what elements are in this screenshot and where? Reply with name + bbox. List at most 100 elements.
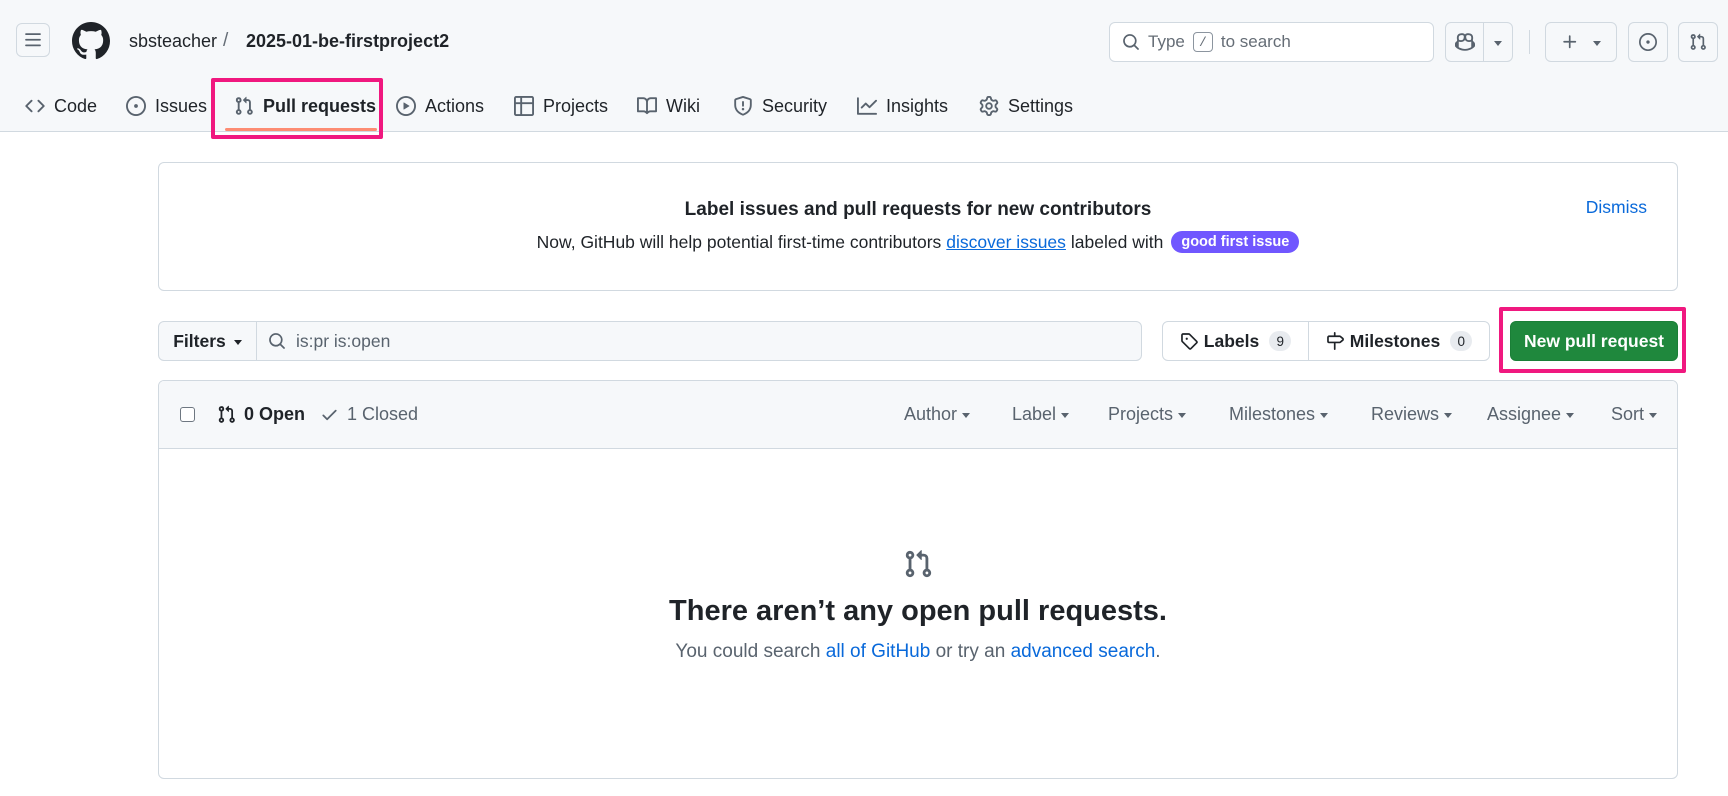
projects-filter[interactable]: Projects xyxy=(1108,404,1187,425)
search-placeholder-suffix: to search xyxy=(1220,32,1291,51)
tab-label: Pull requests xyxy=(263,95,377,116)
milestones-button[interactable]: Milestones 0 xyxy=(1309,322,1489,360)
advanced-search-link[interactable]: advanced search xyxy=(1011,641,1156,662)
tab-issues[interactable]: Issues xyxy=(126,82,207,130)
search-icon xyxy=(1123,34,1139,50)
filter-label: Projects xyxy=(1108,404,1174,424)
filter-label: Author xyxy=(904,404,958,424)
code-icon xyxy=(25,99,45,113)
your-issues-button[interactable] xyxy=(1628,22,1668,62)
tab-label: Code xyxy=(54,95,98,116)
milestones-count: 0 xyxy=(1450,331,1473,351)
tab-label: Settings xyxy=(1008,95,1074,116)
menu-button[interactable] xyxy=(16,23,50,57)
global-search-input[interactable]: Type / to search xyxy=(1109,22,1434,62)
breadcrumb-owner[interactable]: sbsteacher xyxy=(129,31,217,52)
pr-search-input[interactable]: is:pr is:open xyxy=(256,321,1142,361)
header-divider xyxy=(1529,30,1530,54)
chevron-down-icon xyxy=(1593,40,1601,46)
tab-actions[interactable]: Actions xyxy=(396,82,484,130)
chevron-down-icon xyxy=(1444,413,1453,418)
banner-text: labeled with xyxy=(1070,231,1164,252)
tab-security[interactable]: Security xyxy=(733,82,827,130)
chevron-down-icon xyxy=(1566,413,1575,418)
assignee-filter[interactable]: Assignee xyxy=(1487,404,1575,425)
table-icon xyxy=(514,96,534,116)
tab-insights[interactable]: Insights xyxy=(857,82,948,130)
discover-issues-link[interactable]: discover issues xyxy=(946,232,1066,253)
empty-state-description: You could search all of GitHub or try an… xyxy=(159,641,1677,663)
git-pull-request-icon xyxy=(218,405,235,423)
banner-text: Now, GitHub will help potential first-ti… xyxy=(536,231,942,252)
app-header: sbsteacher / 2025-01-be-firstproject2 Ty… xyxy=(0,0,1728,132)
filter-label: Assignee xyxy=(1487,404,1562,424)
chevron-down-icon xyxy=(233,339,242,345)
milestone-icon xyxy=(1326,332,1344,350)
create-new-button[interactable] xyxy=(1545,22,1617,62)
tab-label: Issues xyxy=(155,95,208,116)
good-first-issue-badge: good first issue xyxy=(1171,231,1300,253)
chevron-down-icon xyxy=(962,413,971,418)
labels-button[interactable]: Labels 9 xyxy=(1163,322,1309,360)
labels-label: Labels xyxy=(1203,330,1260,351)
open-filter-link[interactable]: 0 Open xyxy=(217,404,305,425)
tab-projects[interactable]: Projects xyxy=(514,82,608,130)
label-filter[interactable]: Label xyxy=(1012,404,1070,425)
search-placeholder-prefix: Type xyxy=(1148,32,1185,51)
tab-settings[interactable]: Settings xyxy=(979,82,1073,130)
milestones-label: Milestones xyxy=(1349,330,1441,351)
select-all-checkbox[interactable] xyxy=(180,407,195,422)
tab-wiki[interactable]: Wiki xyxy=(637,82,700,130)
pull-request-list: 0 Open 1 Closed Author Label Projects Mi… xyxy=(158,380,1678,779)
tab-code[interactable]: Code xyxy=(25,82,97,130)
copilot-icon xyxy=(1454,33,1475,51)
chevron-down-icon xyxy=(1320,413,1329,418)
git-pull-request-icon xyxy=(235,96,253,115)
filters-button[interactable]: Filters xyxy=(158,321,257,361)
new-pull-request-button[interactable]: New pull request xyxy=(1510,321,1678,361)
copilot-dropdown-button[interactable] xyxy=(1483,22,1513,62)
book-icon xyxy=(637,97,657,115)
search-shortcut-key: / xyxy=(1192,32,1213,52)
breadcrumb-repo[interactable]: 2025-01-be-firstproject2 xyxy=(246,31,449,52)
all-of-github-link[interactable]: all of GitHub xyxy=(826,641,931,662)
tab-label: Projects xyxy=(543,95,609,116)
copilot-button[interactable] xyxy=(1445,22,1484,62)
contributors-banner: Label issues and pull requests for new c… xyxy=(158,162,1678,291)
plus-icon xyxy=(1563,35,1577,49)
banner-title: Label issues and pull requests for new c… xyxy=(684,199,1152,220)
git-pull-request-icon xyxy=(1690,33,1706,50)
tab-pull-requests[interactable]: Pull requests xyxy=(234,82,376,130)
github-logo-icon[interactable] xyxy=(72,22,110,60)
chevron-down-icon xyxy=(1061,413,1070,418)
chevron-down-icon xyxy=(1178,413,1187,418)
author-filter[interactable]: Author xyxy=(904,404,971,425)
milestones-filter[interactable]: Milestones xyxy=(1229,404,1329,425)
search-icon xyxy=(269,333,285,349)
git-pull-request-icon xyxy=(905,550,932,578)
open-count-label: 0 Open xyxy=(244,404,306,424)
banner-description: Now, GitHub will help potential first-ti… xyxy=(159,231,1677,253)
play-icon xyxy=(396,96,416,116)
tab-label: Wiki xyxy=(666,95,700,116)
empty-state-title: There aren’t any open pull requests. xyxy=(669,595,1167,627)
sort-filter[interactable]: Sort xyxy=(1611,404,1658,425)
closed-filter-link[interactable]: 1 Closed xyxy=(320,404,418,425)
chevron-down-icon xyxy=(1494,40,1502,46)
empty-state-text: . xyxy=(1155,641,1161,662)
reviews-filter[interactable]: Reviews xyxy=(1371,404,1453,425)
tag-icon xyxy=(1180,333,1198,350)
dismiss-link[interactable]: Dismiss xyxy=(1586,197,1647,218)
tab-label: Insights xyxy=(886,95,949,116)
pr-search-query: is:pr is:open xyxy=(296,330,391,351)
tab-label: Actions xyxy=(425,95,485,116)
check-icon xyxy=(322,409,337,421)
repo-nav: Code Issues Pull requests Actions Projec… xyxy=(0,82,1728,132)
filter-label: Sort xyxy=(1611,404,1645,424)
graph-icon xyxy=(857,97,877,115)
active-tab-indicator xyxy=(225,128,377,131)
your-pull-requests-button[interactable] xyxy=(1678,22,1718,62)
breadcrumb-separator: / xyxy=(223,30,229,51)
filter-label: Milestones xyxy=(1229,404,1316,424)
issue-opened-icon xyxy=(1639,33,1657,51)
